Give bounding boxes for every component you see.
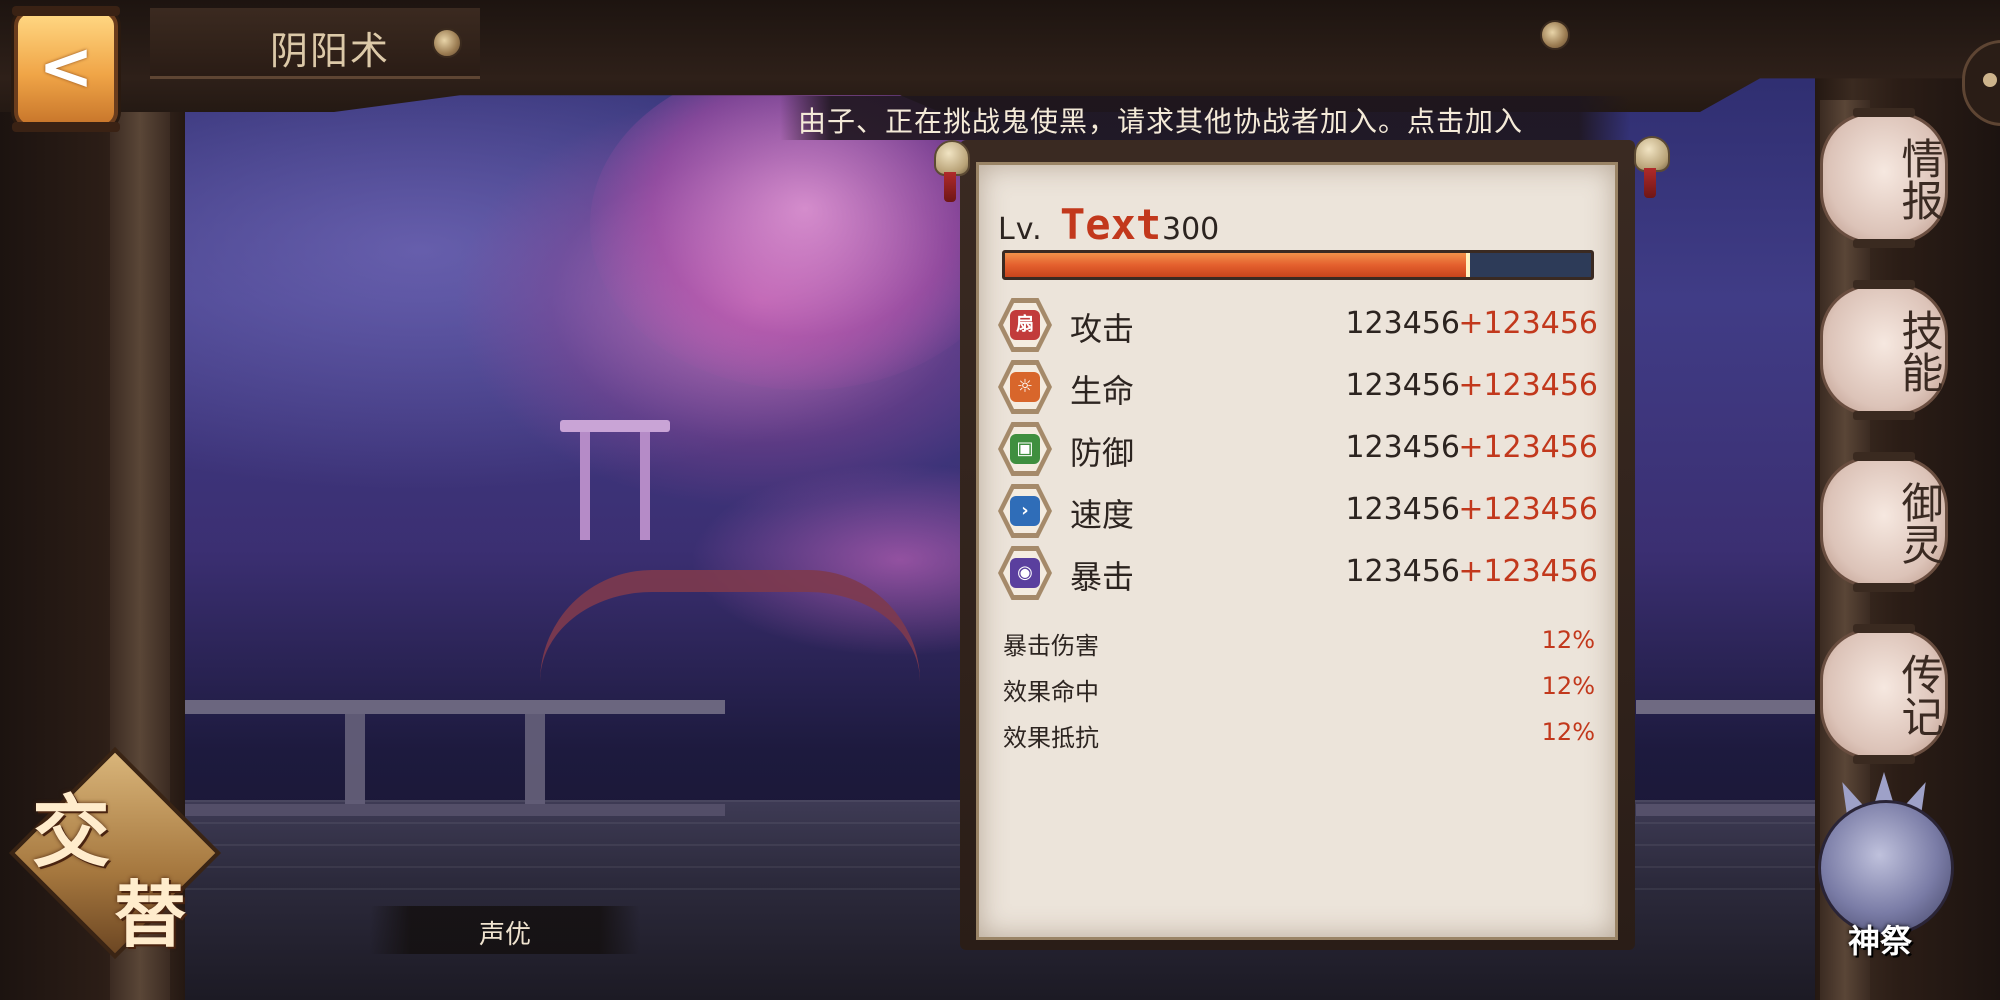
lantern-label: 传记 xyxy=(1895,653,1944,737)
notice-banner[interactable]: 由子、正在挑战鬼使黑，请求其他协战者加入。点击加入 xyxy=(780,96,1630,140)
sub-stat-effect-hit: 效果命中 12% xyxy=(1003,672,1595,706)
voice-actor-button[interactable]: 声优 xyxy=(370,906,640,954)
back-button[interactable]: < xyxy=(12,6,120,132)
attack-fan-icon: 扇 xyxy=(998,298,1052,352)
stat-base-value: 123456 xyxy=(1345,430,1460,465)
sub-stat-label: 暴击伤害 xyxy=(1003,632,1099,660)
lantern-label: 情报 xyxy=(1895,137,1944,221)
stat-base-value: 123456 xyxy=(1345,306,1460,341)
lantern-label: 技能 xyxy=(1895,309,1944,393)
menu-lantern-skills[interactable]: 技能 xyxy=(1820,280,1948,420)
exp-bar-tip xyxy=(1465,253,1470,277)
stat-row-speed: › 速度 123456 +123456 xyxy=(998,482,1598,538)
swap-button[interactable]: 交 替 xyxy=(26,770,216,957)
sub-stat-value: 12% xyxy=(1541,672,1595,700)
bell-right-icon xyxy=(1628,136,1672,198)
swap-label-2: 替 xyxy=(114,872,187,957)
stat-label: 攻击 xyxy=(1070,310,1135,348)
stat-label: 防御 xyxy=(1070,434,1135,472)
health-scroll-icon: ☼ xyxy=(998,360,1052,414)
level-value: 300 xyxy=(1162,212,1220,247)
swap-label-1: 交 xyxy=(32,787,111,878)
level-prefix: Lv. xyxy=(998,212,1043,247)
sub-stat-value: 12% xyxy=(1541,626,1595,654)
stat-label: 生命 xyxy=(1070,372,1135,410)
sub-stat-crit-damage: 暴击伤害 12% xyxy=(1003,626,1595,660)
festival-label: 神祭 xyxy=(1847,922,1912,960)
bell-left-icon xyxy=(928,140,972,202)
notice-text: 由子、正在挑战鬼使黑，请求其他协战者加入。点击加入 xyxy=(798,105,1524,138)
exp-bar xyxy=(1002,250,1594,280)
stat-bonus-value: +123456 xyxy=(1458,492,1598,527)
voice-actor-label: 声优 xyxy=(478,920,531,950)
crit-banner-icon: ◉ xyxy=(998,546,1052,600)
defense-armor-icon: ▣ xyxy=(998,422,1052,476)
sub-stat-label: 效果抵抗 xyxy=(1003,724,1099,752)
title-plate: 阴阳术 xyxy=(150,8,480,79)
torii-gate-art xyxy=(560,420,670,540)
sub-stat-value: 12% xyxy=(1541,718,1595,746)
stat-base-value: 123456 xyxy=(1345,554,1460,589)
exp-bar-fill xyxy=(1005,253,1468,277)
plate-stud xyxy=(432,28,462,58)
lantern-label: 御灵 xyxy=(1895,481,1944,565)
railing-right xyxy=(1636,700,1816,816)
stat-row-crit: ◉ 暴击 123456 +123456 xyxy=(998,544,1598,600)
top-stud xyxy=(1540,20,1570,50)
stat-row-defense: ▣ 防御 123456 +123456 xyxy=(998,420,1598,476)
stat-label: 暴击 xyxy=(1070,558,1135,596)
bridge-art xyxy=(540,570,920,682)
menu-lantern-info[interactable]: 情报 xyxy=(1820,108,1948,248)
festival-button[interactable] xyxy=(1808,772,1958,936)
back-arrow-icon: < xyxy=(38,28,94,105)
stat-label: 速度 xyxy=(1070,496,1135,534)
speed-arrow-icon: › xyxy=(998,484,1052,538)
stat-bonus-value: +123456 xyxy=(1458,368,1598,403)
stat-row-health: ☼ 生命 123456 +123456 xyxy=(998,358,1598,414)
page-title: 阴阳术 xyxy=(270,29,391,73)
stat-bonus-value: +123456 xyxy=(1458,306,1598,341)
sub-stat-effect-resist: 效果抵抗 12% xyxy=(1003,718,1595,752)
stat-base-value: 123456 xyxy=(1345,492,1460,527)
stat-row-attack: 扇 攻击 123456 +123456 xyxy=(998,296,1598,352)
railing-left xyxy=(185,700,725,816)
menu-lantern-biography[interactable]: 传记 xyxy=(1820,624,1948,764)
level-name: Text xyxy=(1060,200,1162,249)
menu-lantern-spirit[interactable]: 御灵 xyxy=(1820,452,1948,592)
stat-bonus-value: +123456 xyxy=(1458,554,1598,589)
stat-bonus-value: +123456 xyxy=(1458,430,1598,465)
stat-base-value: 123456 xyxy=(1345,368,1460,403)
sub-stat-label: 效果命中 xyxy=(1003,678,1099,706)
